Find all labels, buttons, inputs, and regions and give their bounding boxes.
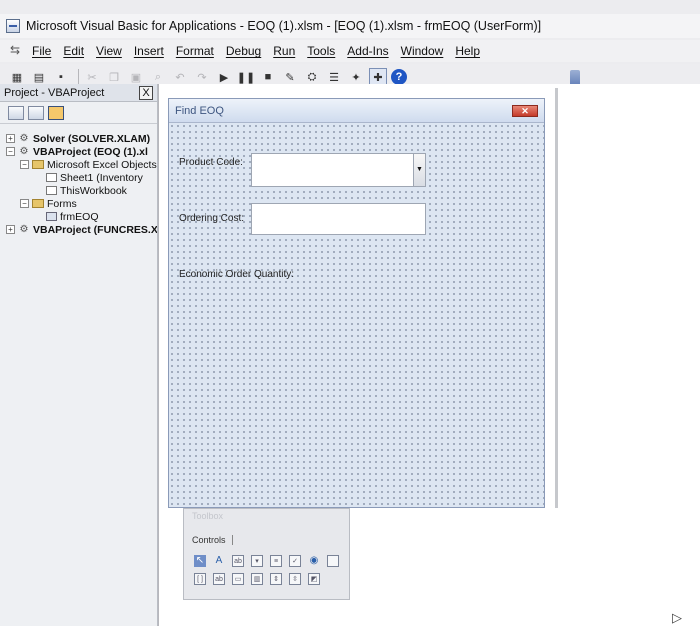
tree-node-forms[interactable]: − Forms: [6, 197, 157, 210]
vba-project-icon: ⚙: [19, 224, 29, 235]
toolbox-row-2: [ ] ab ▭ ▥ ⇕ ⇳ ◩: [194, 573, 320, 585]
menu-bar: ⇆ File Edit View Insert Format Debug Run…: [0, 40, 700, 62]
commandbutton-icon[interactable]: ab: [213, 573, 225, 585]
project-explorer-header: Project - VBAProject X: [0, 84, 157, 102]
frame-icon[interactable]: [ ]: [194, 573, 206, 585]
userform-frmeoq[interactable]: Find EOQ ✕ Product Code: ▼ Ordering Cost…: [168, 98, 545, 508]
worksheet-icon: [46, 173, 57, 182]
title-bar: Microsoft Visual Basic for Applications …: [0, 14, 700, 38]
collapse-icon[interactable]: −: [20, 160, 29, 169]
chevron-down-icon[interactable]: ▼: [413, 154, 425, 186]
collapse-icon[interactable]: −: [20, 199, 29, 208]
tree-node-sheet1[interactable]: Sheet1 (Inventory: [6, 171, 157, 184]
tree-node-solver[interactable]: + ⚙ Solver (SOLVER.XLAM): [6, 132, 157, 145]
project-close-icon[interactable]: X: [139, 85, 153, 100]
vba-editor-window: Microsoft Visual Basic for Applications …: [0, 0, 700, 626]
toolbox-title[interactable]: Toolbox: [184, 509, 349, 523]
system-menu-icon[interactable]: ⇆: [4, 43, 26, 59]
menu-format[interactable]: Format: [176, 44, 214, 58]
project-explorer: Project - VBAProject X + ⚙ Solver (SOLVE…: [0, 84, 158, 626]
product-code-combobox[interactable]: ▼: [251, 153, 426, 187]
vba-project-icon: ⚙: [19, 133, 29, 144]
multipage-icon[interactable]: ▥: [251, 573, 263, 585]
combobox-icon[interactable]: ▾: [251, 555, 263, 567]
collapse-icon[interactable]: −: [6, 147, 15, 156]
image-icon[interactable]: ◩: [308, 573, 320, 585]
tree-node-label: VBAProject (FUNCRES.X: [33, 223, 157, 236]
toolbox-tab-controls[interactable]: Controls: [192, 535, 233, 545]
designer-scroll-edge[interactable]: [555, 88, 558, 508]
menu-help[interactable]: Help: [455, 44, 480, 58]
menu-insert[interactable]: Insert: [134, 44, 164, 58]
label-icon[interactable]: A: [213, 555, 225, 567]
project-explorer-title: Project - VBAProject: [4, 86, 105, 99]
menu-view[interactable]: View: [96, 44, 122, 58]
userform-caption: Find EOQ: [175, 104, 224, 117]
folder-icon: [32, 199, 44, 208]
textbox-icon[interactable]: ab: [232, 555, 244, 567]
view-code-icon[interactable]: [8, 105, 24, 120]
menu-add-ins[interactable]: Add-Ins: [347, 44, 388, 58]
toolbox-window: Toolbox Controls ↖ A ab ▾ ≡ ✓ ◉ [ ] ab ▭…: [183, 508, 350, 600]
checkbox-icon[interactable]: ✓: [289, 555, 301, 567]
ordering-cost-label[interactable]: Ordering Cost:: [179, 213, 244, 224]
toggle-folders-icon[interactable]: [48, 105, 64, 120]
tree-node-label: Solver (SOLVER.XLAM): [33, 132, 151, 145]
optionbutton-icon[interactable]: ◉: [308, 555, 320, 567]
view-object-icon[interactable]: [28, 105, 44, 120]
menu-debug[interactable]: Debug: [226, 44, 261, 58]
product-code-label[interactable]: Product Code:: [179, 157, 243, 168]
expand-icon[interactable]: +: [6, 225, 15, 234]
ordering-cost-textbox[interactable]: [251, 203, 426, 235]
close-icon[interactable]: ✕: [512, 104, 538, 117]
listbox-icon[interactable]: ≡: [270, 555, 282, 567]
toolbar-separator: [78, 69, 79, 85]
userform-title-bar[interactable]: Find EOQ ✕: [169, 99, 544, 123]
menu-edit[interactable]: Edit: [63, 44, 84, 58]
expand-icon[interactable]: +: [6, 134, 15, 143]
window-title: Microsoft Visual Basic for Applications …: [26, 19, 542, 33]
tabstrip-icon[interactable]: ▭: [232, 573, 244, 585]
tree-node-label: frmEOQ: [60, 210, 99, 223]
tree-node-label: VBAProject (EOQ (1).xl: [33, 145, 148, 158]
vba-project-icon: ⚙: [19, 146, 29, 157]
menu-window[interactable]: Window: [401, 44, 444, 58]
menu-file[interactable]: File: [32, 44, 51, 58]
tree-node-excel-objects[interactable]: − Microsoft Excel Objects: [6, 158, 157, 171]
project-explorer-toolbar: [0, 102, 157, 124]
tree-node-label: Sheet1 (Inventory: [60, 171, 143, 184]
spinbutton-icon[interactable]: ⇳: [289, 573, 301, 585]
tree-node-label: ThisWorkbook: [60, 184, 127, 197]
tree-node-frmeoq[interactable]: frmEOQ: [6, 210, 157, 223]
tree-node-funcres[interactable]: + ⚙ VBAProject (FUNCRES.X: [6, 223, 157, 236]
eoq-label[interactable]: Economic Order Quantity:: [179, 269, 294, 280]
vba-app-icon: [6, 19, 20, 33]
tree-node-vbaproject-eoq[interactable]: − ⚙ VBAProject (EOQ (1).xl: [6, 145, 157, 158]
project-tree: + ⚙ Solver (SOLVER.XLAM) − ⚙ VBAProject …: [0, 124, 157, 236]
tree-node-label: Forms: [47, 197, 77, 210]
menu-tools[interactable]: Tools: [307, 44, 335, 58]
scrollbar-icon[interactable]: ⇕: [270, 573, 282, 585]
toolbox-row-1: ↖ A ab ▾ ≡ ✓ ◉: [194, 555, 339, 567]
folder-icon: [32, 160, 44, 169]
select-objects-icon[interactable]: ↖: [194, 555, 206, 567]
userform-icon: [46, 212, 57, 221]
tree-node-thisworkbook[interactable]: ThisWorkbook: [6, 184, 157, 197]
togglebutton-icon[interactable]: [327, 555, 339, 567]
menu-run[interactable]: Run: [273, 44, 295, 58]
mouse-pointer-icon: ▷: [672, 610, 682, 625]
help-icon[interactable]: ?: [391, 69, 407, 85]
workbook-icon: [46, 186, 57, 195]
tree-node-label: Microsoft Excel Objects: [47, 158, 157, 171]
